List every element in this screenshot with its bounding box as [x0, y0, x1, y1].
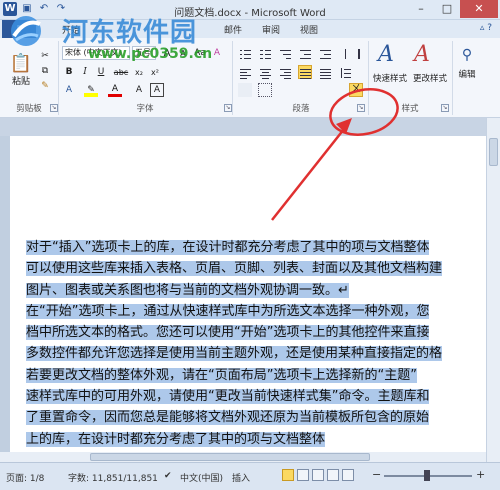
- draft-icon[interactable]: [342, 469, 354, 481]
- increase-indent-icon[interactable]: [318, 46, 332, 60]
- zoom-out-icon[interactable]: −: [372, 468, 381, 481]
- minimize-icon[interactable]: –: [408, 0, 434, 18]
- text-line[interactable]: 对于“插入”选项卡上的库，在设计时都充分考虑了其中的项与文档整体: [26, 237, 486, 258]
- print-layout-icon[interactable]: [282, 469, 294, 481]
- bold-button[interactable]: B: [62, 65, 76, 79]
- char-border-icon[interactable]: A: [150, 83, 164, 97]
- italic-button[interactable]: I: [78, 65, 92, 79]
- superscript-button[interactable]: x²: [148, 65, 162, 79]
- paragraph-launcher-icon[interactable]: ↘: [357, 104, 365, 112]
- horizontal-scrollbar[interactable]: [0, 452, 486, 462]
- change-styles-icon[interactable]: A: [414, 42, 430, 67]
- text-line[interactable]: 速样式库中的可用外观，请使用“更改当前快速样式集”命令。主题库和: [26, 386, 486, 407]
- strikethrough-button[interactable]: abc: [112, 65, 130, 79]
- watermark-url: www.pc0359.cn: [88, 46, 213, 62]
- ribbon: 📋 粘贴 ✂ ⧉ ✎ 剪贴板 ↘ 宋体 (中文正文) 五号 A A Aa A B…: [0, 38, 500, 118]
- text-line[interactable]: 在“开始”选项卡上，通过从快速样式库中为所选文本选择一种外观，您: [26, 301, 486, 322]
- clipboard-launcher-icon[interactable]: ↘: [50, 104, 58, 112]
- maximize-icon[interactable]: □: [434, 0, 460, 18]
- cut-icon[interactable]: ✂: [38, 50, 52, 62]
- justify-icon[interactable]: [298, 65, 312, 79]
- view-buttons: [282, 469, 354, 481]
- document-body[interactable]: 对于“插入”选项卡上的库，在设计时都充分考虑了其中的项与文档整体 可以使用这些库…: [26, 237, 486, 450]
- align-left-icon[interactable]: [238, 65, 252, 79]
- ruler-area: [0, 118, 500, 136]
- show-marks-icon[interactable]: [352, 46, 366, 60]
- font-group-label: 字体: [136, 104, 154, 114]
- format-painter-icon[interactable]: ✎: [38, 80, 52, 92]
- outline-icon[interactable]: [327, 469, 339, 481]
- change-styles-button[interactable]: 更改样式: [410, 72, 450, 84]
- sort-icon[interactable]: [338, 46, 352, 60]
- group-divider: [232, 41, 233, 115]
- language-indicator[interactable]: 中文(中国): [180, 471, 223, 484]
- vertical-scroll-thumb[interactable]: [489, 138, 498, 166]
- text-line[interactable]: 了重置命令，因而您总是能够将文档外观还原为当前模板所包含的原始: [26, 407, 486, 428]
- paste-icon[interactable]: 📋: [8, 52, 34, 74]
- vertical-scrollbar[interactable]: [486, 118, 500, 462]
- document-page[interactable]: 对于“插入”选项卡上的库，在设计时都充分考虑了其中的项与文档整体 可以使用这些库…: [10, 136, 486, 462]
- text-line[interactable]: 图片、图表或关系图也将与当前的文档外观协调一致。↵: [26, 280, 486, 301]
- line-spacing-icon[interactable]: [338, 65, 352, 79]
- insert-mode[interactable]: 插入: [232, 471, 250, 484]
- copy-icon[interactable]: ⧉: [38, 65, 52, 77]
- text-line[interactable]: 档中所选文本的格式。您还可以使用“开始”选项卡上的其他控件来直接: [26, 322, 486, 343]
- char-shading-icon[interactable]: A: [132, 83, 146, 97]
- paste-button[interactable]: 粘贴: [8, 74, 34, 87]
- decrease-indent-icon[interactable]: [298, 46, 312, 60]
- bullets-icon[interactable]: [238, 46, 252, 60]
- tab-review[interactable]: 审阅: [262, 23, 280, 36]
- binoculars-icon[interactable]: ⚲: [456, 44, 478, 66]
- window-controls: – □ ✕: [408, 0, 498, 18]
- text-effects-icon[interactable]: A: [62, 83, 76, 97]
- tab-view[interactable]: 视图: [300, 23, 318, 36]
- watermark-title: 河东软件园: [62, 18, 198, 48]
- quick-styles-icon[interactable]: A: [378, 42, 394, 67]
- align-center-icon[interactable]: [258, 65, 272, 79]
- font-color-button[interactable]: A: [108, 83, 122, 97]
- status-bar: 页面: 1/8 字数: 11,851/11,851 ✔ 中文(中国) 插入 − …: [0, 462, 500, 490]
- chinese-layout-icon[interactable]: ㄨ: [349, 83, 363, 97]
- multilevel-list-icon[interactable]: [278, 46, 292, 60]
- paragraph-group-label: 段落: [292, 104, 310, 114]
- text-line[interactable]: 可以使用这些库来插入表格、页眉、页脚、列表、封面以及其他文档构建: [26, 258, 486, 279]
- group-divider: [452, 41, 453, 115]
- edit-button[interactable]: 编辑: [454, 68, 480, 80]
- subscript-button[interactable]: x₂: [132, 65, 146, 79]
- text-line[interactable]: 多数控件都允许您选择是使用当前主题外观，还是使用某种直接指定的格: [26, 343, 486, 364]
- shading-icon[interactable]: [238, 83, 252, 97]
- underline-button[interactable]: U: [94, 65, 108, 79]
- styles-group-label: 样式: [401, 104, 419, 114]
- font-launcher-icon[interactable]: ↘: [224, 104, 232, 112]
- web-layout-icon[interactable]: [312, 469, 324, 481]
- ribbon-minimize-icon[interactable]: ▵ ?: [480, 23, 492, 33]
- page-indicator[interactable]: 页面: 1/8: [6, 471, 44, 484]
- close-icon[interactable]: ✕: [460, 0, 498, 18]
- tab-mailings[interactable]: 邮件: [224, 23, 242, 36]
- proofing-icon[interactable]: ✔: [164, 471, 172, 481]
- clear-format-button[interactable]: A: [210, 46, 224, 60]
- distributed-icon[interactable]: [318, 65, 332, 79]
- text-line[interactable]: 上的库，在设计时都充分考虑了其中的项与文档整体: [26, 429, 486, 450]
- horizontal-scroll-thumb[interactable]: [90, 453, 370, 461]
- borders-icon[interactable]: [258, 83, 272, 97]
- highlight-icon[interactable]: ✎: [84, 83, 98, 97]
- align-right-icon[interactable]: [278, 65, 292, 79]
- clipboard-group-label: 剪贴板: [16, 104, 42, 114]
- zoom-slider-thumb[interactable]: [424, 470, 430, 481]
- zoom-in-icon[interactable]: +: [476, 468, 485, 481]
- numbering-icon[interactable]: [258, 46, 272, 60]
- styles-launcher-icon[interactable]: ↘: [441, 104, 449, 112]
- full-screen-reading-icon[interactable]: [297, 469, 309, 481]
- quick-styles-button[interactable]: 快速样式: [370, 72, 410, 84]
- text-line[interactable]: 若要更改文档的整体外观，请在“页面布局”选项卡上选择新的“主题”: [26, 365, 486, 386]
- word-count[interactable]: 字数: 11,851/11,851: [68, 471, 158, 484]
- watermark-logo-icon: [11, 16, 41, 46]
- group-divider: [58, 41, 59, 115]
- group-divider: [368, 41, 369, 115]
